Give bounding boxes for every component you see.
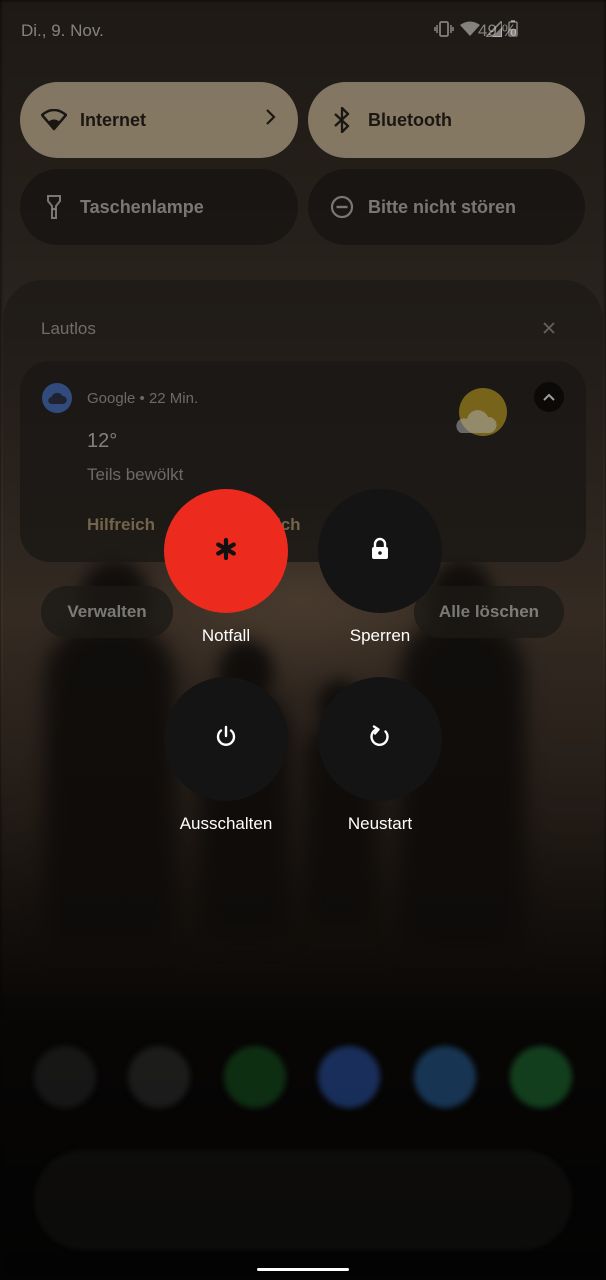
expand-collapse-icon[interactable] <box>534 382 564 412</box>
phone-app-icon <box>34 1046 96 1108</box>
battery-percentage: 49 % <box>478 21 517 40</box>
whatsapp-app-icon <box>510 1046 572 1108</box>
tile-flashlight-label: Taschenlampe <box>80 196 204 217</box>
notification-action-helpful[interactable]: Hilfreich <box>87 515 155 535</box>
notification-title: 12° <box>87 430 118 452</box>
lock-icon <box>370 537 390 566</box>
tile-do-not-disturb-label: Bitte nicht stören <box>368 196 517 217</box>
section-title-silent: Lautlos <box>41 319 96 338</box>
telegram-app-icon <box>414 1046 476 1108</box>
notification-card-weather[interactable]: Google • 22 Min. 12° Teils bewölkt Hilfr… <box>20 361 586 562</box>
wifi-icon <box>40 106 68 134</box>
vibrate-icon <box>434 20 454 37</box>
partly-cloudy-icon <box>453 386 509 447</box>
cloud-app-icon <box>42 383 72 413</box>
status-bar: Di., 9. Nov. 49 % <box>0 0 606 62</box>
emergency-asterisk-icon <box>214 537 238 566</box>
emergency-button[interactable] <box>164 489 288 613</box>
google-search-bar <box>34 1150 572 1250</box>
flashlight-icon <box>40 193 68 221</box>
power-icon <box>214 725 238 754</box>
messages-app-icon <box>318 1046 380 1108</box>
do-not-disturb-icon <box>328 193 356 221</box>
lock-label: Sperren <box>349 626 411 645</box>
tile-do-not-disturb[interactable]: Bitte nicht stören <box>308 169 585 245</box>
status-date: Di., 9. Nov. <box>21 21 104 40</box>
restart-label: Neustart <box>347 814 413 833</box>
restart-icon <box>368 724 392 754</box>
camera-app-icon <box>128 1046 190 1108</box>
bluetooth-icon <box>328 106 356 134</box>
wifi-icon <box>460 21 480 36</box>
close-icon[interactable] <box>541 320 557 341</box>
lock-button[interactable] <box>318 489 442 613</box>
power-off-button[interactable] <box>164 677 288 801</box>
tile-internet[interactable]: Internet <box>20 82 298 158</box>
notification-text: Teils bewölkt <box>87 465 184 484</box>
tile-bluetooth[interactable]: Bluetooth <box>308 82 585 158</box>
tile-flashlight[interactable]: Taschenlampe <box>20 169 298 245</box>
tile-internet-label: Internet <box>80 109 147 130</box>
chevron-right-icon <box>264 108 276 131</box>
navigation-handle[interactable] <box>257 1268 349 1271</box>
tile-bluetooth-label: Bluetooth <box>368 109 452 130</box>
restart-button[interactable] <box>318 677 442 801</box>
notification-app-time: Google • 22 Min. <box>87 390 199 407</box>
spotify-app-icon <box>224 1046 286 1108</box>
